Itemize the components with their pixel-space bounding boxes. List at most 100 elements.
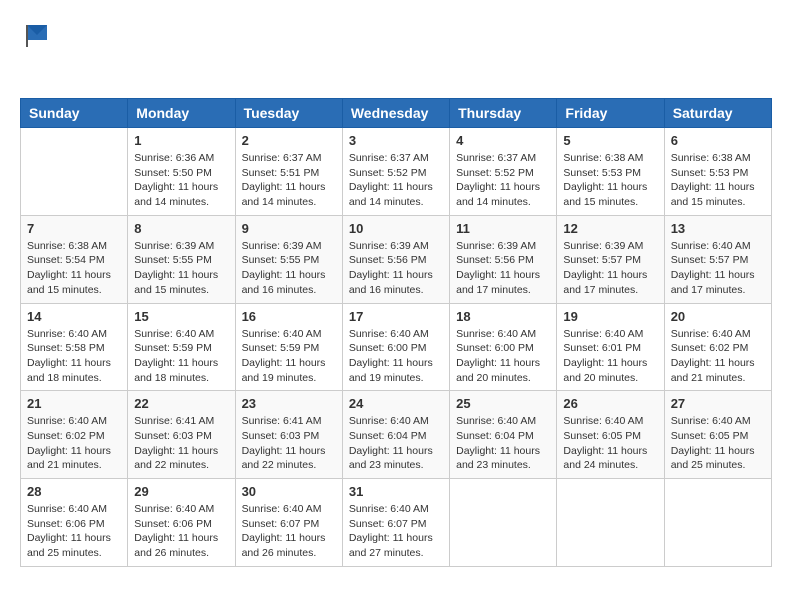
day-info: Sunrise: 6:40 AMSunset: 5:59 PMDaylight:… bbox=[134, 327, 228, 386]
calendar-week-5: 28 Sunrise: 6:40 AMSunset: 6:06 PMDayligh… bbox=[21, 479, 772, 567]
column-header-saturday: Saturday bbox=[664, 99, 771, 128]
day-number: 27 bbox=[671, 396, 765, 411]
page-header bbox=[20, 20, 772, 82]
day-info: Sunrise: 6:40 AMSunset: 6:00 PMDaylight:… bbox=[456, 327, 550, 386]
column-header-sunday: Sunday bbox=[21, 99, 128, 128]
day-info: Sunrise: 6:40 AMSunset: 6:04 PMDaylight:… bbox=[349, 414, 443, 473]
day-number: 19 bbox=[563, 309, 657, 324]
day-number: 13 bbox=[671, 221, 765, 236]
calendar-cell: 13 Sunrise: 6:40 AMSunset: 5:57 PMDayligh… bbox=[664, 215, 771, 303]
calendar-cell: 31 Sunrise: 6:40 AMSunset: 6:07 PMDayligh… bbox=[342, 479, 449, 567]
day-number: 2 bbox=[242, 133, 336, 148]
day-info: Sunrise: 6:41 AMSunset: 6:03 PMDaylight:… bbox=[134, 414, 228, 473]
day-number: 29 bbox=[134, 484, 228, 499]
calendar-cell: 11 Sunrise: 6:39 AMSunset: 5:56 PMDayligh… bbox=[450, 215, 557, 303]
day-info: Sunrise: 6:40 AMSunset: 6:07 PMDaylight:… bbox=[242, 502, 336, 561]
day-number: 11 bbox=[456, 221, 550, 236]
calendar-cell: 30Sunrise: 6:40 AMSunset: 6:07 PMDayligh… bbox=[235, 479, 342, 567]
day-info: Sunrise: 6:37 AMSunset: 5:52 PMDaylight:… bbox=[349, 151, 443, 210]
day-number: 26 bbox=[563, 396, 657, 411]
day-number: 31 bbox=[349, 484, 443, 499]
day-info: Sunrise: 6:38 AMSunset: 5:53 PMDaylight:… bbox=[671, 151, 765, 210]
calendar-cell: 19 Sunrise: 6:40 AMSunset: 6:01 PMDayligh… bbox=[557, 303, 664, 391]
calendar-cell: 17 Sunrise: 6:40 AMSunset: 6:00 PMDayligh… bbox=[342, 303, 449, 391]
day-number: 12 bbox=[563, 221, 657, 236]
day-number: 21 bbox=[27, 396, 121, 411]
calendar-cell: 4 Sunrise: 6:37 AMSunset: 5:52 PMDaylight… bbox=[450, 128, 557, 216]
day-number: 22 bbox=[134, 396, 228, 411]
calendar-cell: 15 Sunrise: 6:40 AMSunset: 5:59 PMDayligh… bbox=[128, 303, 235, 391]
day-number: 17 bbox=[349, 309, 443, 324]
day-info: Sunrise: 6:40 AMSunset: 6:06 PMDaylight:… bbox=[27, 502, 121, 561]
calendar-cell: 18 Sunrise: 6:40 AMSunset: 6:00 PMDayligh… bbox=[450, 303, 557, 391]
calendar-cell bbox=[21, 128, 128, 216]
day-info: Sunrise: 6:40 AMSunset: 6:02 PMDaylight:… bbox=[27, 414, 121, 473]
calendar-cell: 20 Sunrise: 6:40 AMSunset: 6:02 PMDayligh… bbox=[664, 303, 771, 391]
calendar-cell: 9Sunrise: 6:39 AMSunset: 5:55 PMDaylight… bbox=[235, 215, 342, 303]
day-info: Sunrise: 6:40 AMSunset: 6:05 PMDaylight:… bbox=[671, 414, 765, 473]
day-info: Sunrise: 6:40 AMSunset: 5:57 PMDaylight:… bbox=[671, 239, 765, 298]
day-info: Sunrise: 6:40 AMSunset: 6:01 PMDaylight:… bbox=[563, 327, 657, 386]
day-number: 10 bbox=[349, 221, 443, 236]
calendar-cell: 29 Sunrise: 6:40 AMSunset: 6:06 PMDayligh… bbox=[128, 479, 235, 567]
day-number: 7 bbox=[27, 221, 121, 236]
day-number: 3 bbox=[349, 133, 443, 148]
day-number: 20 bbox=[671, 309, 765, 324]
calendar-cell: 1 Sunrise: 6:36 AMSunset: 5:50 PMDaylight… bbox=[128, 128, 235, 216]
day-number: 15 bbox=[134, 309, 228, 324]
day-number: 4 bbox=[456, 133, 550, 148]
day-info: Sunrise: 6:37 AMSunset: 5:51 PMDaylight:… bbox=[242, 151, 336, 210]
calendar-cell: 10Sunrise: 6:39 AMSunset: 5:56 PMDayligh… bbox=[342, 215, 449, 303]
day-number: 14 bbox=[27, 309, 121, 324]
column-header-monday: Monday bbox=[128, 99, 235, 128]
column-header-friday: Friday bbox=[557, 99, 664, 128]
day-number: 6 bbox=[671, 133, 765, 148]
day-info: Sunrise: 6:39 AMSunset: 5:56 PMDaylight:… bbox=[456, 239, 550, 298]
day-number: 25 bbox=[456, 396, 550, 411]
logo-flag-icon bbox=[22, 20, 52, 50]
day-info: Sunrise: 6:40 AMSunset: 6:07 PMDaylight:… bbox=[349, 502, 443, 561]
calendar-cell: 5 Sunrise: 6:38 AMSunset: 5:53 PMDaylight… bbox=[557, 128, 664, 216]
calendar-week-4: 21 Sunrise: 6:40 AMSunset: 6:02 PMDayligh… bbox=[21, 391, 772, 479]
day-info: Sunrise: 6:40 AMSunset: 5:58 PMDaylight:… bbox=[27, 327, 121, 386]
calendar-cell: 25Sunrise: 6:40 AMSunset: 6:04 PMDayligh… bbox=[450, 391, 557, 479]
logo bbox=[20, 20, 52, 82]
calendar-cell: 16Sunrise: 6:40 AMSunset: 5:59 PMDayligh… bbox=[235, 303, 342, 391]
day-info: Sunrise: 6:39 AMSunset: 5:55 PMDaylight:… bbox=[134, 239, 228, 298]
column-header-thursday: Thursday bbox=[450, 99, 557, 128]
calendar-cell: 8 Sunrise: 6:39 AMSunset: 5:55 PMDaylight… bbox=[128, 215, 235, 303]
calendar-header-row: SundayMondayTuesdayWednesdayThursdayFrid… bbox=[21, 99, 772, 128]
day-info: Sunrise: 6:37 AMSunset: 5:52 PMDaylight:… bbox=[456, 151, 550, 210]
day-info: Sunrise: 6:40 AMSunset: 5:59 PMDaylight:… bbox=[242, 327, 336, 386]
calendar-cell: 3 Sunrise: 6:37 AMSunset: 5:52 PMDaylight… bbox=[342, 128, 449, 216]
calendar-cell: 27 Sunrise: 6:40 AMSunset: 6:05 PMDayligh… bbox=[664, 391, 771, 479]
column-header-wednesday: Wednesday bbox=[342, 99, 449, 128]
column-header-tuesday: Tuesday bbox=[235, 99, 342, 128]
calendar-cell: 21 Sunrise: 6:40 AMSunset: 6:02 PMDayligh… bbox=[21, 391, 128, 479]
day-number: 9 bbox=[242, 221, 336, 236]
calendar-week-1: 1 Sunrise: 6:36 AMSunset: 5:50 PMDaylight… bbox=[21, 128, 772, 216]
calendar-week-2: 7 Sunrise: 6:38 AMSunset: 5:54 PMDaylight… bbox=[21, 215, 772, 303]
day-info: Sunrise: 6:36 AMSunset: 5:50 PMDaylight:… bbox=[134, 151, 228, 210]
calendar-cell: 6 Sunrise: 6:38 AMSunset: 5:53 PMDaylight… bbox=[664, 128, 771, 216]
calendar-cell: 28 Sunrise: 6:40 AMSunset: 6:06 PMDayligh… bbox=[21, 479, 128, 567]
calendar-table: SundayMondayTuesdayWednesdayThursdayFrid… bbox=[20, 98, 772, 567]
day-info: Sunrise: 6:40 AMSunset: 6:02 PMDaylight:… bbox=[671, 327, 765, 386]
day-info: Sunrise: 6:38 AMSunset: 5:54 PMDaylight:… bbox=[27, 239, 121, 298]
day-number: 28 bbox=[27, 484, 121, 499]
day-number: 1 bbox=[134, 133, 228, 148]
day-number: 23 bbox=[242, 396, 336, 411]
calendar-cell bbox=[557, 479, 664, 567]
day-number: 24 bbox=[349, 396, 443, 411]
day-info: Sunrise: 6:40 AMSunset: 6:00 PMDaylight:… bbox=[349, 327, 443, 386]
day-number: 8 bbox=[134, 221, 228, 236]
day-info: Sunrise: 6:39 AMSunset: 5:57 PMDaylight:… bbox=[563, 239, 657, 298]
day-number: 5 bbox=[563, 133, 657, 148]
day-info: Sunrise: 6:38 AMSunset: 5:53 PMDaylight:… bbox=[563, 151, 657, 210]
day-info: Sunrise: 6:40 AMSunset: 6:06 PMDaylight:… bbox=[134, 502, 228, 561]
calendar-cell: 12 Sunrise: 6:39 AMSunset: 5:57 PMDayligh… bbox=[557, 215, 664, 303]
calendar-cell bbox=[664, 479, 771, 567]
day-info: Sunrise: 6:41 AMSunset: 6:03 PMDaylight:… bbox=[242, 414, 336, 473]
calendar-cell: 2 Sunrise: 6:37 AMSunset: 5:51 PMDaylight… bbox=[235, 128, 342, 216]
day-number: 18 bbox=[456, 309, 550, 324]
